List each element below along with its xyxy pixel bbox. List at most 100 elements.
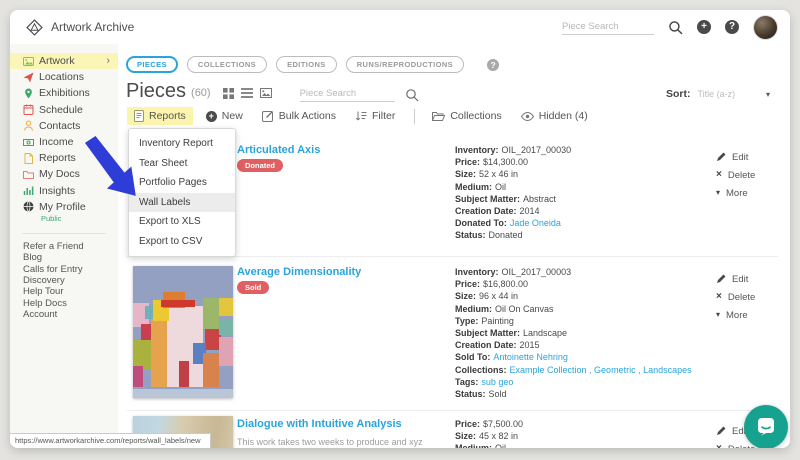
- piece-title-link[interactable]: Average Dimensionality: [237, 266, 361, 278]
- menu-item-inventory-report[interactable]: Inventory Report: [129, 134, 235, 154]
- detail-line: Inventory:OIL_2017_00030: [455, 144, 705, 156]
- edit-pencil-icon: [716, 152, 726, 162]
- sidebar-link-refer-a-friend[interactable]: Refer a Friend: [10, 241, 118, 252]
- bulk-actions-icon: [262, 110, 274, 122]
- sidebar-item-label: Income: [39, 136, 73, 148]
- row-separator: [127, 410, 778, 411]
- piece-details: Inventory:OIL_2017_00003 Price:$16,800.0…: [455, 266, 705, 400]
- detail-line: Medium:Oil On Canvas: [455, 303, 705, 315]
- menu-item-wall-labels[interactable]: Wall Labels: [129, 193, 235, 213]
- piece-title-link[interactable]: Dialogue with Intuitive Analysis: [237, 418, 402, 430]
- detail-line: Medium:Oil: [455, 442, 705, 448]
- menu-item-export-to-xls[interactable]: Export to XLS: [129, 212, 235, 232]
- sidebar-link-help-tour[interactable]: Help Tour: [10, 286, 118, 297]
- sidebar-item-label: My Profile: [39, 201, 86, 213]
- detail-line: Size:45 x 82 in: [455, 430, 705, 442]
- title-row: Pieces (60): [126, 78, 419, 104]
- piece-title-link[interactable]: Articulated Axis: [237, 144, 320, 156]
- more-button[interactable]: ▾More: [716, 310, 755, 320]
- sidebar-item-my-profile[interactable]: My Profile: [10, 199, 118, 215]
- contacts-icon: [23, 120, 34, 131]
- detail-line: Creation Date:2015: [455, 339, 705, 351]
- collections-button[interactable]: Collections: [432, 110, 501, 122]
- sidebar-link-blog[interactable]: Blog: [10, 252, 118, 263]
- detail-line: Price:$16,800.00: [455, 278, 705, 290]
- piece-search-icon[interactable]: [405, 88, 419, 102]
- avatar[interactable]: [753, 15, 778, 40]
- sidebar-item-contacts[interactable]: Contacts: [10, 118, 118, 134]
- add-icon[interactable]: +: [697, 20, 711, 34]
- detail-line: Tags:sub geo: [455, 376, 705, 388]
- search-icon[interactable]: [668, 20, 683, 35]
- sidebar-link-discovery[interactable]: Discovery: [10, 275, 118, 286]
- bulk-actions-button[interactable]: Bulk Actions: [262, 110, 336, 122]
- piece-count: (60): [191, 87, 211, 99]
- my-docs-icon: [23, 169, 34, 180]
- list-view-icon[interactable]: [241, 88, 253, 98]
- detail-line: Type:Painting: [455, 315, 705, 327]
- contact-link[interactable]: Jade Oneida: [510, 218, 561, 228]
- sort-caret-icon: ▾: [766, 90, 770, 99]
- sidebar-item-locations[interactable]: Locations: [10, 69, 118, 85]
- tag-link[interactable]: sub geo: [481, 377, 513, 387]
- filter-button[interactable]: Filter: [355, 110, 395, 122]
- tabs-help-icon[interactable]: ?: [487, 59, 499, 71]
- brand-name: Artwork Archive: [51, 20, 134, 34]
- contact-link[interactable]: Antoinette Nehring: [493, 352, 568, 362]
- sidebar-link-calls-for-entry[interactable]: Calls for Entry: [10, 264, 118, 275]
- tab-pieces[interactable]: PIECES: [126, 56, 178, 73]
- hidden-button[interactable]: Hidden (4): [521, 110, 588, 122]
- piece-search-input[interactable]: [300, 86, 395, 102]
- schedule-icon: [23, 104, 34, 115]
- sidebar-item-label: Insights: [39, 185, 75, 197]
- collections-links[interactable]: Example Collection , Geometric , Landsca…: [510, 365, 692, 375]
- tab-collections[interactable]: COLLECTIONS: [187, 56, 267, 73]
- brand[interactable]: Artwork Archive: [26, 10, 134, 44]
- more-caret-icon: ▾: [716, 188, 720, 198]
- toolbar-divider: [414, 109, 415, 124]
- detail-line: Inventory:OIL_2017_00003: [455, 266, 705, 278]
- new-button[interactable]: + New: [206, 110, 243, 122]
- menu-item-portfolio-pages[interactable]: Portfolio Pages: [129, 173, 235, 193]
- header-search-input[interactable]: [562, 19, 654, 35]
- delete-button[interactable]: ×Delete: [716, 292, 755, 302]
- sidebar-link-account[interactable]: Account: [10, 309, 118, 320]
- chat-widget-button[interactable]: [744, 405, 788, 448]
- tab-editions[interactable]: EDITIONS: [276, 56, 337, 73]
- hidden-eye-icon: [521, 112, 534, 121]
- menu-item-export-to-csv[interactable]: Export to CSV: [129, 232, 235, 252]
- edit-button[interactable]: Edit: [716, 152, 755, 162]
- sidebar-divider: [22, 233, 106, 234]
- sidebar-link-help-docs[interactable]: Help Docs: [10, 298, 118, 309]
- grid-view-icon[interactable]: [223, 88, 234, 99]
- piece-thumbnail-average-dimensionality[interactable]: [133, 266, 233, 398]
- view-switcher: [223, 88, 272, 99]
- more-button[interactable]: ▾More: [716, 188, 755, 198]
- sidebar-item-label: My Docs: [39, 168, 80, 180]
- exhibitions-icon: [23, 88, 34, 99]
- delete-button[interactable]: ×Delete: [716, 444, 755, 448]
- menu-item-tear-sheet[interactable]: Tear Sheet: [129, 154, 235, 174]
- entity-tabs: PIECES COLLECTIONS EDITIONS RUNS/REPRODU…: [126, 56, 499, 73]
- artwork-archive-logo-icon: [26, 19, 43, 36]
- sidebar-item-exhibitions[interactable]: Exhibitions: [10, 85, 118, 101]
- detail-line: Price:$7,500.00: [455, 418, 705, 430]
- image-view-icon[interactable]: [260, 88, 272, 98]
- reports-button[interactable]: Reports: [127, 107, 193, 125]
- sidebar: Artwork › Locations Exhibitions Schedule: [10, 44, 119, 448]
- delete-button[interactable]: ×Delete: [716, 170, 755, 180]
- detail-line: Sold To:Antoinette Nehring: [455, 351, 705, 363]
- sort-value: Title (a-z): [698, 89, 736, 99]
- row-actions: Edit ×Delete ▾More: [716, 274, 755, 328]
- sidebar-item-label: Exhibitions: [39, 87, 90, 99]
- sidebar-item-artwork[interactable]: Artwork ›: [10, 53, 118, 69]
- row-actions: Edit ×Delete ▾More: [716, 152, 755, 206]
- sort-control[interactable]: Sort: Title (a-z) ▾: [666, 88, 770, 100]
- reports-icon: [23, 153, 34, 164]
- help-icon[interactable]: ?: [725, 20, 739, 34]
- edit-button[interactable]: Edit: [716, 274, 755, 284]
- sidebar-item-schedule[interactable]: Schedule: [10, 102, 118, 118]
- hidden-label: Hidden (4): [539, 110, 588, 122]
- chevron-right-icon: ›: [106, 55, 110, 67]
- tab-runs-reproductions[interactable]: RUNS/REPRODUCTIONS: [346, 56, 464, 73]
